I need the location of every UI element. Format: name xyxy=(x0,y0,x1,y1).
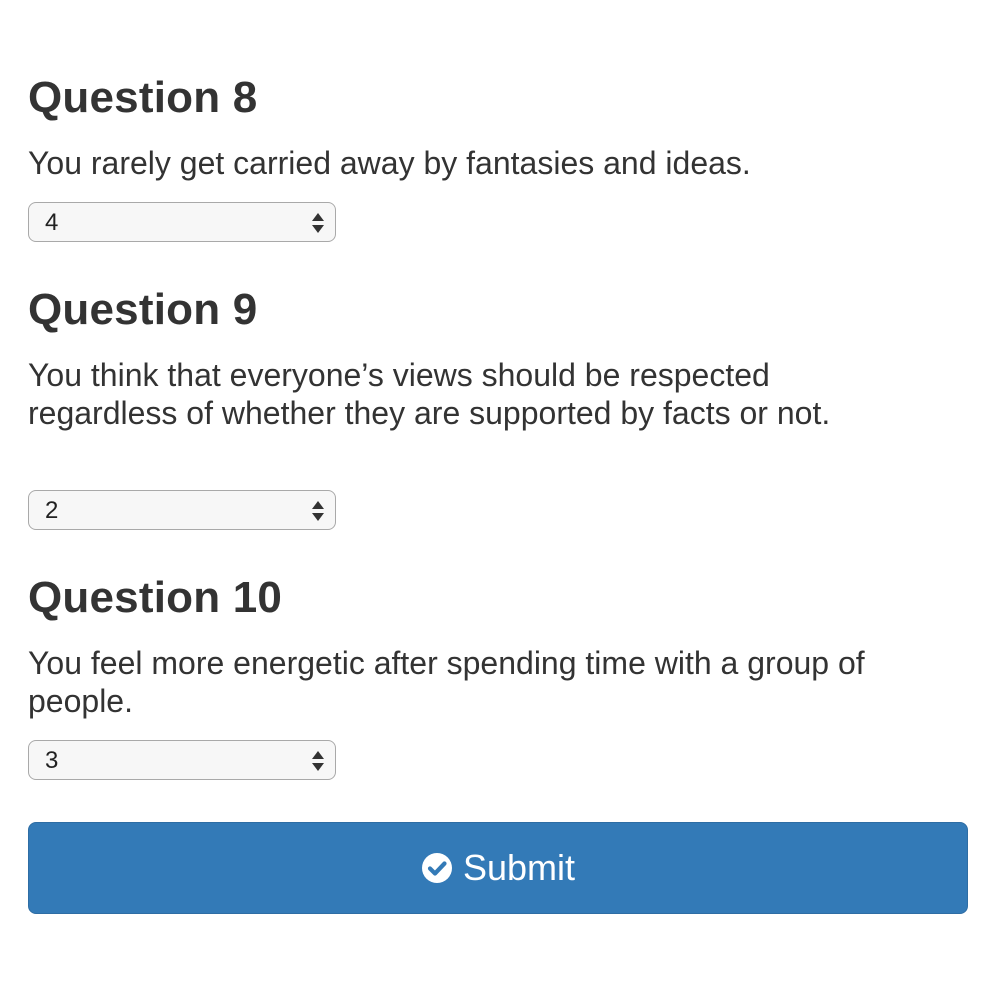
select-value: 4 xyxy=(45,209,59,236)
select-arrows-icon xyxy=(312,213,324,233)
question-text: You think that everyone’s views should b… xyxy=(28,357,831,431)
select-arrows-icon xyxy=(312,751,324,771)
question-block-10: Question 10 You feel more energetic afte… xyxy=(28,573,968,780)
select-arrows-icon xyxy=(312,501,324,521)
submit-label: Submit xyxy=(462,847,576,888)
question-text: You rarely get carried away by fantasies… xyxy=(28,145,751,181)
question-title: Question 9 xyxy=(28,285,258,334)
select-value: 3 xyxy=(45,747,59,774)
check-circle-icon xyxy=(421,853,452,883)
submit-button[interactable]: Submit xyxy=(28,822,968,914)
select-value: 2 xyxy=(45,497,59,524)
answer-select-question-10[interactable]: 3 xyxy=(28,740,336,780)
question-text: You feel more energetic after spending t… xyxy=(28,645,865,719)
answer-select-question-9[interactable]: 2 xyxy=(28,490,336,530)
question-block-8: Question 8 You rarely get carried away b… xyxy=(28,73,968,242)
answer-select-question-8[interactable]: 4 xyxy=(28,202,336,242)
question-title: Question 10 xyxy=(28,573,283,622)
question-title: Question 8 xyxy=(28,73,258,122)
question-block-9: Question 9 You think that everyone’s vie… xyxy=(28,285,968,530)
